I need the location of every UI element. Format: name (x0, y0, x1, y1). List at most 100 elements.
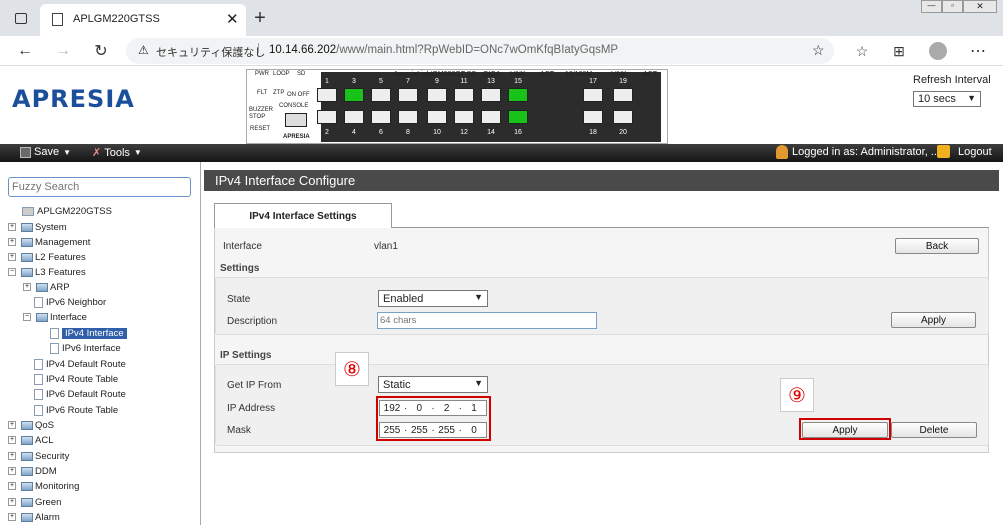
close-window-icon[interactable]: ✕ (963, 0, 997, 13)
page-icon (34, 373, 43, 385)
panel-brand: APRESIA (283, 134, 310, 140)
collapse-icon[interactable]: − (8, 268, 16, 276)
sidebar-item-green[interactable]: + Green (8, 495, 61, 509)
expand-icon[interactable]: + (8, 421, 16, 429)
sidebar-item-ddm[interactable]: + DDM (8, 464, 57, 478)
more-icon[interactable]: ⋯ (968, 41, 988, 61)
sidebar-item-system[interactable]: + System (8, 220, 67, 234)
sidebar-item-ipv6-neighbor[interactable]: IPv6 Neighbor (34, 295, 106, 309)
delete-button[interactable]: Delete (891, 422, 977, 438)
sidebar-item-label: Security (35, 450, 70, 462)
sidebar-item-management[interactable]: + Management (8, 235, 90, 249)
favorite-add-icon[interactable]: ☆ (812, 42, 825, 59)
sidebar-item-ipv6-default-route[interactable]: IPv6 Default Route (34, 387, 126, 401)
port-14[interactable] (481, 110, 501, 124)
port-8[interactable] (398, 110, 418, 124)
sidebar-item-l2-features[interactable]: + L2 Features (8, 250, 86, 264)
state-value: Enabled (383, 292, 424, 305)
port-15[interactable] (508, 88, 528, 102)
sidebar-item-label: IPv6 Default Route (46, 388, 126, 400)
sidebar-item-qos[interactable]: + QoS (8, 418, 54, 432)
sidebar-item-l3-features[interactable]: − L3 Features (8, 265, 86, 279)
sidebar-item-ipv4-default-route[interactable]: IPv4 Default Route (34, 357, 126, 371)
expand-icon[interactable]: + (8, 498, 16, 506)
port-12[interactable] (454, 110, 474, 124)
refresh-interval-select[interactable]: 10 secs ▼ (913, 91, 981, 107)
sidebar-item-ipv6-interface[interactable]: IPv6 Interface (50, 341, 121, 355)
port-9[interactable] (427, 88, 447, 102)
back-icon[interactable]: ← (14, 41, 36, 61)
port-5[interactable] (371, 88, 391, 102)
port-1[interactable] (317, 88, 337, 102)
expand-icon[interactable]: + (8, 482, 16, 490)
expand-icon[interactable]: + (23, 283, 31, 291)
state-select[interactable]: Enabled ▼ (378, 290, 488, 307)
expand-icon[interactable]: + (8, 467, 16, 475)
new-tab-icon[interactable]: + (250, 7, 270, 29)
port-label: 12 (460, 129, 468, 136)
get-ip-from-select[interactable]: Static ▼ (378, 376, 488, 393)
fuzzy-search-input[interactable] (8, 177, 191, 197)
reload-icon[interactable]: ↻ (90, 41, 112, 61)
port-label: 14 (487, 129, 495, 136)
port-11[interactable] (454, 88, 474, 102)
sidebar-item-acl[interactable]: + ACL (8, 433, 53, 447)
tree-root[interactable]: APLGM220GTSS (22, 204, 112, 218)
close-tab-icon[interactable]: ✕ (226, 10, 239, 28)
collections-icon[interactable]: ⊞ (889, 42, 909, 60)
reset-label: RESET (250, 126, 271, 132)
port-19[interactable] (613, 88, 633, 102)
port-label: 19 (619, 78, 627, 85)
back-button[interactable]: Back (895, 238, 979, 254)
port-label: 13 (487, 78, 495, 85)
user-icon (776, 145, 788, 159)
collapse-icon[interactable]: − (23, 313, 31, 321)
expand-icon[interactable]: + (8, 452, 16, 460)
sidebar-item-label: Interface (50, 311, 87, 323)
device-panel: PWR LOOP SD FLT ZTP ON OFF BUZZER STOP R… (246, 69, 668, 144)
forward-icon[interactable]: → (52, 41, 74, 61)
expand-icon[interactable]: + (8, 253, 16, 261)
save-menu[interactable]: Save ▼ (20, 146, 71, 158)
port-4[interactable] (344, 110, 364, 124)
restore-icon[interactable]: ▫ (942, 0, 963, 13)
panel-act-label-2: ACT (643, 71, 657, 78)
tab-ipv4-interface-settings[interactable]: IPv4 Interface Settings (214, 203, 392, 228)
port-20[interactable] (613, 110, 633, 124)
sidebar-item-arp[interactable]: + ARP (23, 280, 70, 294)
sidebar-item-monitoring[interactable]: + Monitoring (8, 479, 79, 493)
browser-tab[interactable]: APLGM220GTSS ✕ (40, 4, 246, 36)
expand-icon[interactable]: + (8, 223, 16, 231)
sidebar-item-security[interactable]: + Security (8, 449, 69, 463)
description-input[interactable] (377, 312, 597, 329)
expand-icon[interactable]: + (8, 436, 16, 444)
port-17[interactable] (583, 88, 603, 102)
port-13[interactable] (481, 88, 501, 102)
sidebar-item-ipv4-route-table[interactable]: IPv4 Route Table (34, 372, 118, 386)
tools-menu[interactable]: ✗ Tools ▼ (92, 146, 142, 160)
favorites-icon[interactable]: ☆ (852, 42, 872, 60)
settings-apply-button[interactable]: Apply (891, 312, 976, 328)
port-18[interactable] (583, 110, 603, 124)
port-3[interactable] (344, 88, 364, 102)
port-10[interactable] (427, 110, 447, 124)
sidebar-item-interface[interactable]: − Interface (23, 310, 87, 324)
sidebar-item-ipv6-route-table[interactable]: IPv6 Route Table (34, 403, 118, 417)
address-bar-row: ← → ↻ ⚠ セキュリティ保護なし | 10.14.66.202/www/ma… (0, 36, 1003, 66)
port-2[interactable] (317, 110, 337, 124)
port-7[interactable] (398, 88, 418, 102)
expand-icon[interactable]: + (8, 238, 16, 246)
sidebar-item-alarm[interactable]: + Alarm (8, 510, 60, 524)
profile-icon[interactable] (928, 41, 948, 61)
minimize-icon[interactable]: — (921, 0, 942, 13)
expand-icon[interactable]: + (8, 513, 16, 521)
settings-section-title: Settings (220, 263, 260, 274)
sidebar-item-label: Management (35, 236, 91, 248)
address-box[interactable]: ⚠ セキュリティ保護なし | 10.14.66.202/www/main.htm… (126, 38, 834, 64)
port-16[interactable] (508, 110, 528, 124)
tab-actions-icon[interactable] (12, 10, 30, 26)
logout-link[interactable]: Logout (937, 145, 992, 158)
port-6[interactable] (371, 110, 391, 124)
folder-icon (21, 512, 33, 522)
sidebar-item-ipv4-interface[interactable]: IPv4 Interface (50, 326, 127, 340)
